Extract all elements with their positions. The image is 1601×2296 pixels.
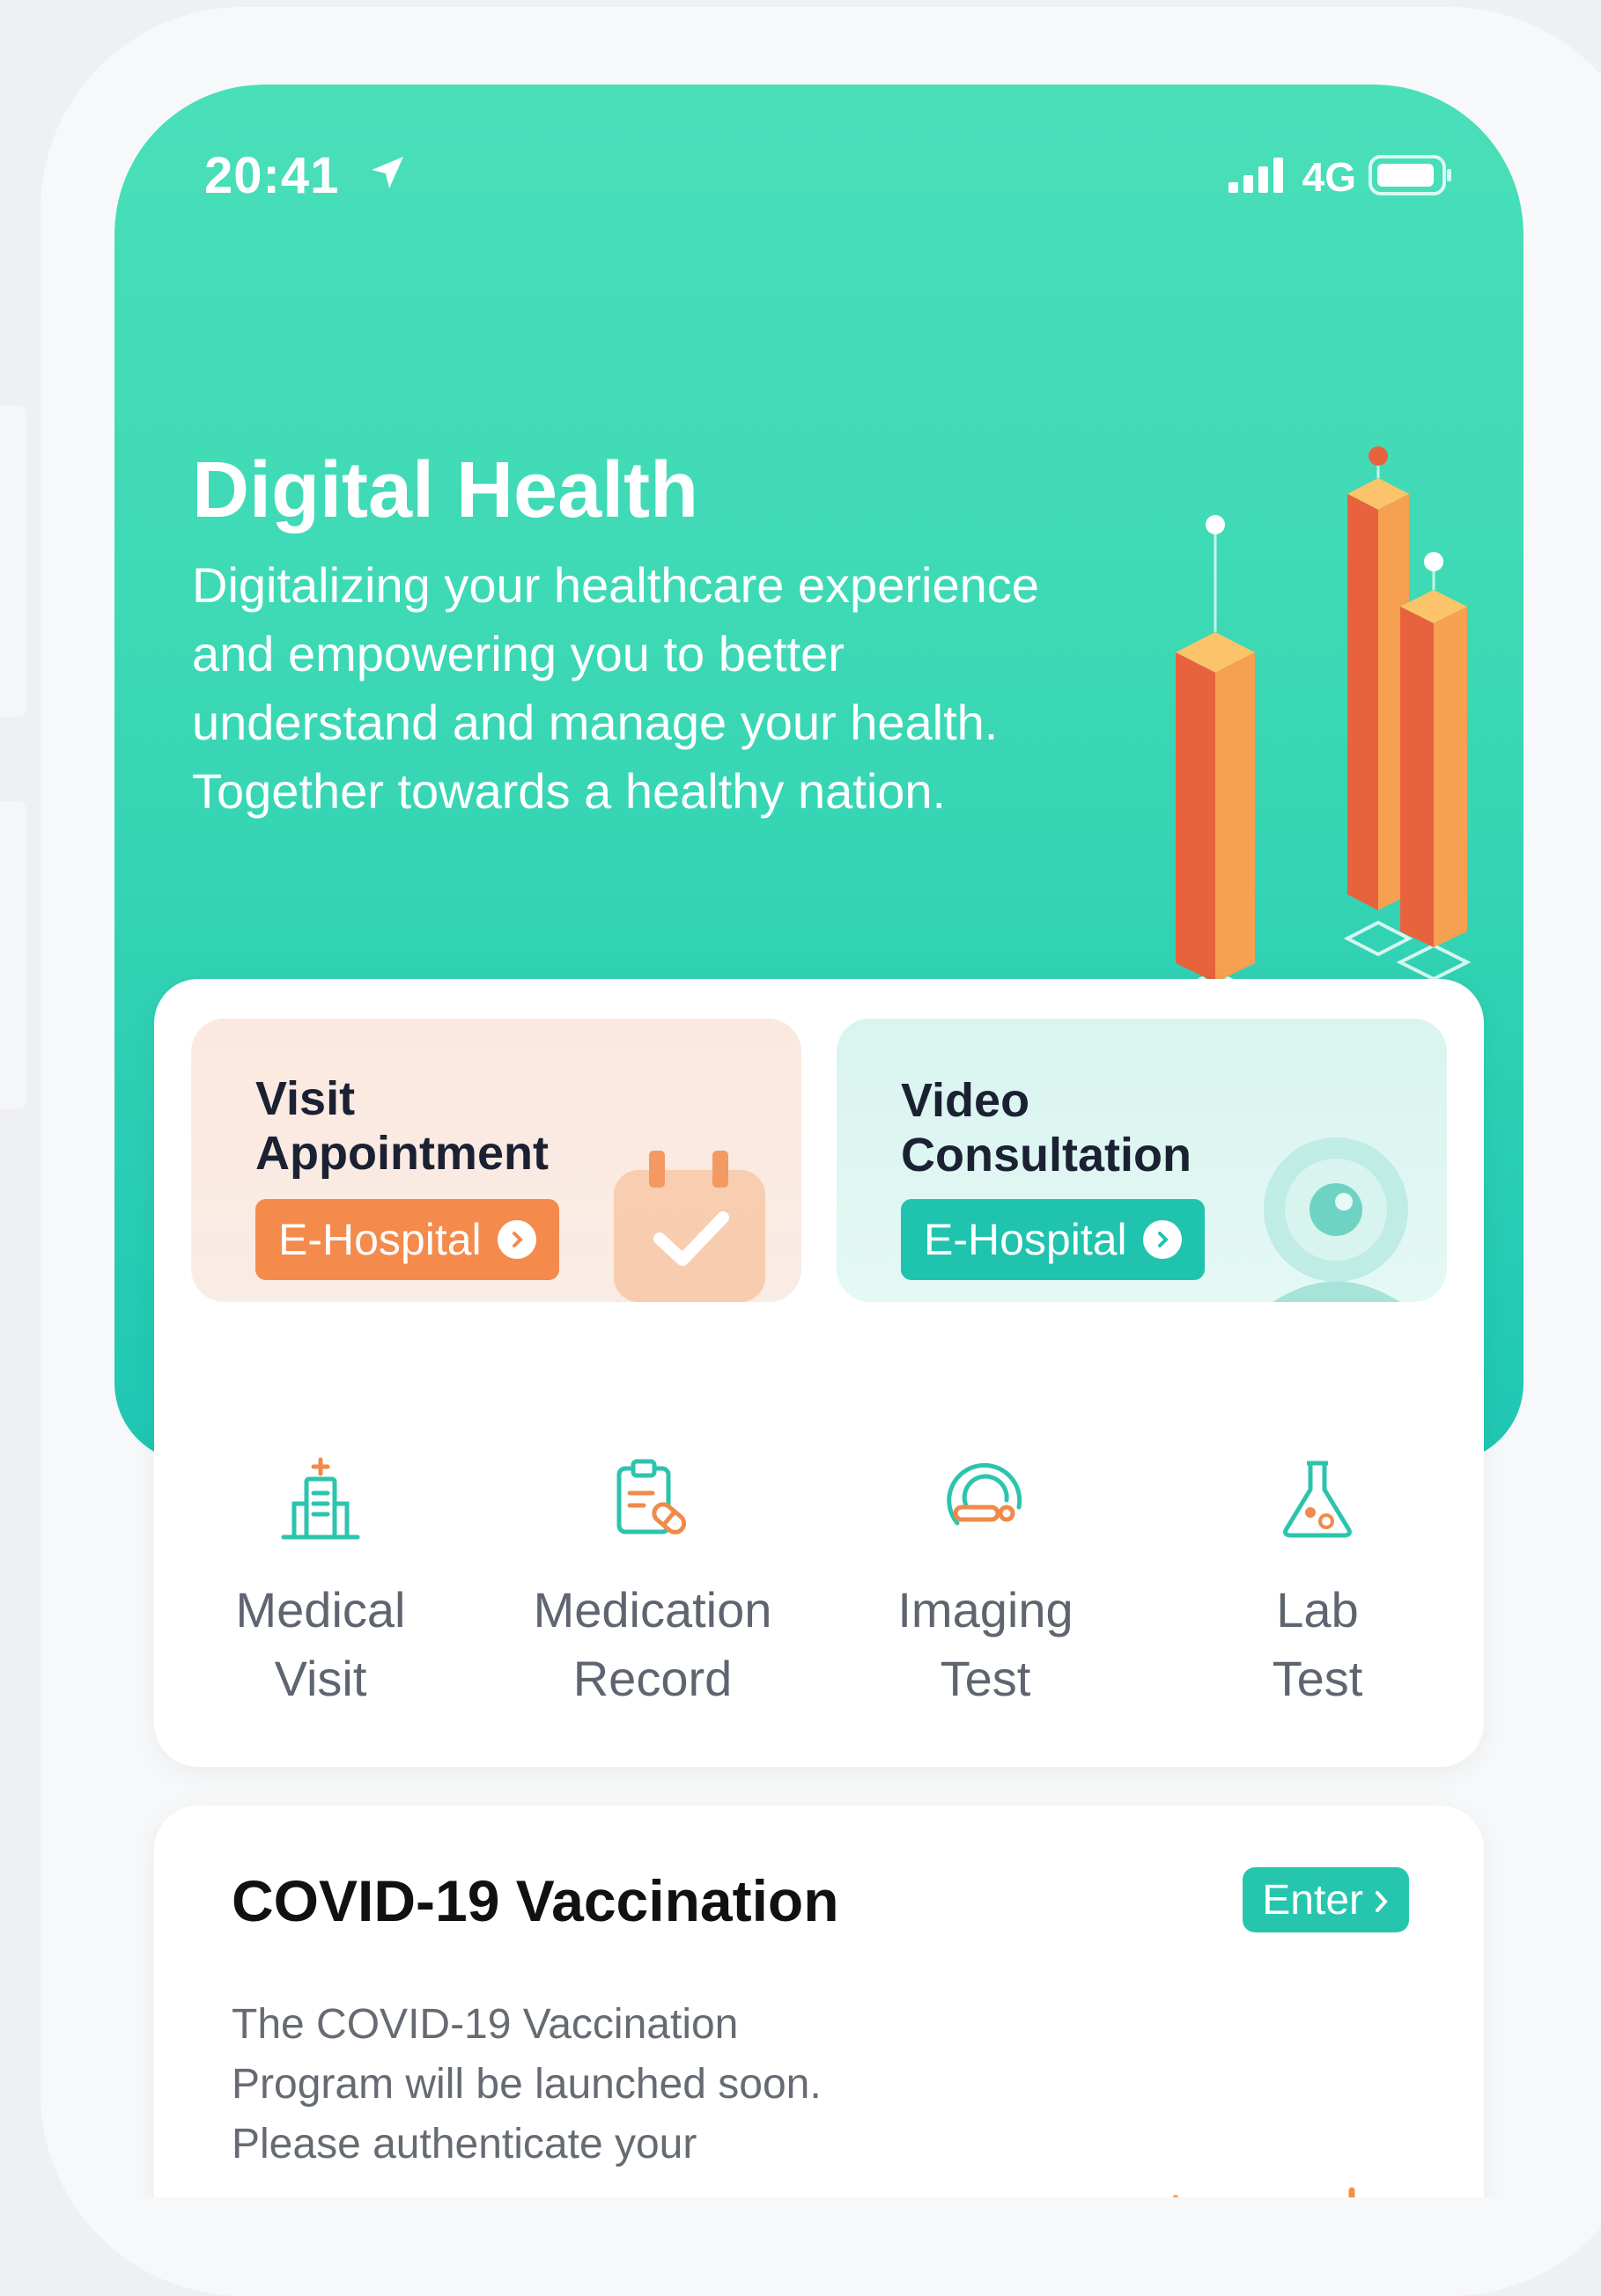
status-bar: 20:41 4G [114, 85, 1524, 234]
background-card-edge [0, 405, 26, 718]
visit-appointment-title: Visit Appointment [255, 1072, 549, 1180]
quick-link-label: Imaging Test [897, 1582, 1073, 1706]
covid-enter-button[interactable]: Enter [1243, 1867, 1409, 1932]
background-card-edge [0, 801, 26, 1109]
quick-link-label: Medical Visit [235, 1582, 406, 1706]
video-e-hospital-button[interactable]: E-Hospital [901, 1199, 1205, 1280]
battery-icon [1369, 154, 1453, 200]
location-arrow-icon [370, 155, 405, 195]
covid-vaccination-card: COVID-19 Vaccination Enter The COVID-19 … [154, 1806, 1484, 2197]
medication-record-icon [616, 1459, 687, 1534]
hero-title: Digital Health [192, 446, 699, 534]
chevron-right-icon [497, 1220, 536, 1259]
covid-title: COVID-19 Vaccination [232, 1868, 839, 1933]
network-type: 4G [1302, 154, 1356, 200]
phone-screen: 20:41 4G Digital Health Digitalizing you… [114, 85, 1524, 2197]
video-consultation-tile[interactable]: Video Consultation E-Hospital [837, 1019, 1447, 1302]
chevron-right-icon [1374, 1876, 1390, 1924]
quick-link-lab-test[interactable]: Lab Test [1151, 1454, 1484, 1713]
calendar-check-icon [614, 1151, 765, 1302]
services-card: Visit Appointment E-Hospital Video Consult… [154, 979, 1484, 1767]
status-time: 20:41 [204, 147, 340, 204]
chevron-right-icon [1142, 1220, 1182, 1259]
signal-icon [1228, 157, 1290, 197]
quick-link-label: Medication Record [533, 1582, 772, 1706]
hero-description: Digitalizing your healthcare experience … [192, 557, 1039, 819]
visit-appointment-tile[interactable]: Visit Appointment E-Hospital [191, 1019, 801, 1302]
covid-description: The COVID-19 Vaccination Program will be … [232, 2001, 822, 2167]
hospital-icon [281, 1457, 360, 1540]
virus-icon [1173, 2195, 1178, 2197]
status-indicators: 4G [1228, 153, 1453, 201]
visit-e-hospital-button[interactable]: E-Hospital [255, 1199, 559, 1280]
video-e-hospital-label: E-Hospital [924, 1215, 1127, 1264]
quick-link-medical-visit[interactable]: Medical Visit [154, 1454, 487, 1713]
video-consultation-title: Video Consultation [901, 1074, 1192, 1181]
lab-flask-icon [1283, 1461, 1352, 1538]
quick-link-medication-record[interactable]: Medication Record [486, 1454, 819, 1713]
imaging-scanner-icon [947, 1462, 1022, 1526]
webcam-icon [1264, 1137, 1408, 1302]
buildings-illustration [1171, 446, 1472, 1013]
visit-e-hospital-label: E-Hospital [278, 1215, 482, 1264]
virus-icon [1348, 2187, 1355, 2197]
enter-label: Enter [1262, 1876, 1363, 1924]
quick-link-label: Lab Test [1272, 1582, 1363, 1706]
quick-link-imaging-test[interactable]: Imaging Test [819, 1454, 1152, 1713]
